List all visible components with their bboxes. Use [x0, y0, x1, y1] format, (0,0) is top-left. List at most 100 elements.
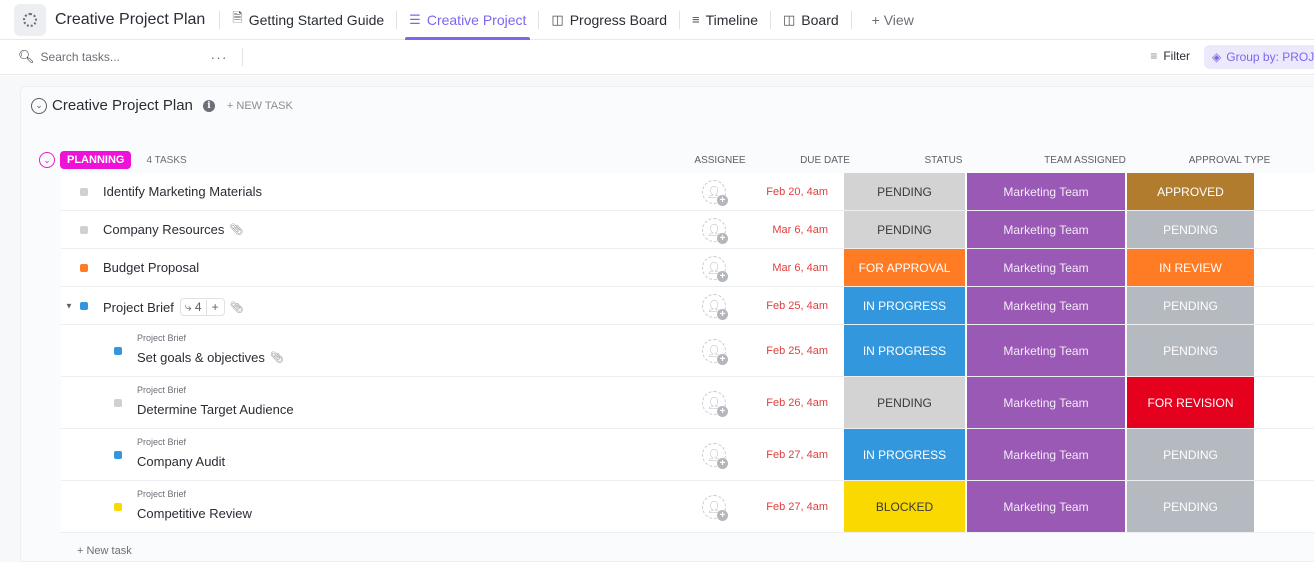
group-by-button[interactable]: ◈ Group by: PROJECT [1204, 45, 1314, 69]
new-task-button[interactable]: + NEW TASK [227, 100, 293, 112]
task-name-cell[interactable]: ▼ Project Brief ⤷ 4 + 📎︎ [61, 287, 684, 324]
task-name[interactable]: Set goals & objectives 📎︎ [137, 350, 284, 365]
task-name-text[interactable]: Budget Proposal [103, 260, 199, 275]
parent-task-label[interactable]: Project Brief [137, 385, 186, 395]
approval-type-pill[interactable]: IN REVIEW [1127, 249, 1256, 286]
team-assigned-pill[interactable]: Marketing Team [967, 211, 1127, 248]
task-row[interactable]: Company Resources 📎︎ 👤︎ + Mar 6, 4am PENDING M… [61, 211, 1314, 249]
task-name-text[interactable]: Determine Target Audience [137, 402, 294, 417]
subtask-row[interactable]: Project Brief Determine Target Audience 👤︎… [61, 377, 1314, 429]
due-date[interactable]: Feb 25, 4am [744, 325, 844, 376]
task-name[interactable]: Determine Target Audience [137, 402, 294, 417]
approval-type-pill[interactable]: PENDING [1127, 429, 1256, 480]
task-name[interactable]: Project Brief ⤷ 4 + 📎︎ [103, 298, 244, 316]
approval-type-pill[interactable]: PENDING [1127, 287, 1256, 324]
task-name-text[interactable]: Company Resources [103, 222, 224, 237]
assignee-cell[interactable]: 👤︎ + [684, 211, 744, 248]
assignee-cell[interactable]: 👤︎ + [684, 429, 744, 480]
status-pill[interactable]: PENDING [844, 377, 967, 428]
collapse-group-toggle[interactable]: ⌄ [39, 152, 55, 168]
team-assigned-pill[interactable]: Marketing Team [967, 481, 1127, 532]
status-square-icon[interactable] [114, 399, 122, 407]
add-assignee-icon[interactable]: 👤︎ + [702, 390, 728, 417]
task-name[interactable]: Identify Marketing Materials [103, 184, 262, 199]
subtask-count-badge[interactable]: ⤷ 4 + [179, 298, 225, 316]
tab-creative-project[interactable]: ☰ Creative Project [397, 0, 538, 40]
status-pill[interactable]: IN PROGRESS [844, 325, 967, 376]
collapse-list-toggle[interactable]: ⌄ [31, 97, 47, 114]
parent-task-label[interactable]: Project Brief [137, 489, 186, 499]
tab-progress-board[interactable]: ◫ Progress Board [539, 0, 679, 40]
task-name-text[interactable]: Competitive Review [137, 506, 252, 521]
more-options-button[interactable]: ··· [211, 49, 228, 65]
column-header-due-date[interactable]: DUE DATE [790, 155, 860, 166]
add-subtask-button[interactable]: + [207, 300, 224, 314]
task-name-text[interactable]: Company Audit [137, 454, 225, 469]
status-square-icon[interactable] [80, 264, 88, 272]
task-name-cell[interactable]: Budget Proposal [61, 249, 684, 286]
subtask-row[interactable]: Project Brief Company Audit 👤︎ + Feb 27, 4am… [61, 429, 1314, 481]
status-square-icon[interactable] [80, 302, 88, 310]
add-assignee-icon[interactable]: 👤︎ + [702, 338, 728, 365]
team-assigned-pill[interactable]: Marketing Team [967, 287, 1127, 324]
task-name[interactable]: Company Resources 📎︎ [103, 222, 243, 237]
team-assigned-pill[interactable]: Marketing Team [967, 249, 1127, 286]
task-name[interactable]: Competitive Review [137, 506, 252, 521]
status-pill[interactable]: PENDING [844, 173, 967, 210]
task-name-text[interactable]: Project Brief [103, 300, 174, 315]
status-pill[interactable]: BLOCKED [844, 481, 967, 532]
approval-type-pill[interactable]: PENDING [1127, 325, 1256, 376]
parent-task-label[interactable]: Project Brief [137, 333, 186, 343]
assignee-cell[interactable]: 👤︎ + [684, 287, 744, 324]
space-icon[interactable] [14, 3, 46, 36]
column-header-status[interactable]: STATUS [882, 155, 1005, 166]
approval-type-pill[interactable]: APPROVED [1127, 173, 1256, 210]
status-square-icon[interactable] [114, 503, 122, 511]
new-task-inline-button[interactable]: + New task [77, 545, 132, 557]
due-date[interactable]: Feb 27, 4am [744, 429, 844, 480]
assignee-cell[interactable]: 👤︎ + [684, 481, 744, 532]
status-pill[interactable]: PENDING [844, 211, 967, 248]
add-assignee-icon[interactable]: 👤︎ + [702, 217, 728, 244]
expand-subtasks-caret[interactable]: ▼ [65, 301, 73, 310]
status-square-icon[interactable] [80, 188, 88, 196]
assignee-cell[interactable]: 👤︎ + [684, 173, 744, 210]
team-assigned-pill[interactable]: Marketing Team [967, 377, 1127, 428]
status-square-icon[interactable] [114, 347, 122, 355]
due-date[interactable]: Feb 20, 4am [744, 173, 844, 210]
attachment-icon[interactable]: 📎︎ [229, 223, 243, 236]
task-row[interactable]: Budget Proposal 👤︎ + Mar 6, 4am FOR APPROVAL… [61, 249, 1314, 287]
task-name-text[interactable]: Identify Marketing Materials [103, 184, 262, 199]
team-assigned-pill[interactable]: Marketing Team [967, 325, 1127, 376]
task-row[interactable]: ▼ Project Brief ⤷ 4 + 📎︎ 👤︎ + Feb 25, 4am IN PRO… [61, 287, 1314, 325]
assignee-cell[interactable]: 👤︎ + [684, 325, 744, 376]
add-view-button[interactable]: + View [860, 0, 926, 40]
info-icon[interactable]: i [202, 99, 215, 112]
due-date[interactable]: Feb 27, 4am [744, 481, 844, 532]
task-row[interactable]: Identify Marketing Materials 👤︎ + Feb 20, 4… [61, 173, 1314, 211]
task-name-cell[interactable]: Project Brief Competitive Review [61, 481, 684, 532]
attachment-icon[interactable]: 📎︎ [270, 351, 284, 364]
parent-task-label[interactable]: Project Brief [137, 437, 186, 447]
status-square-icon[interactable] [114, 451, 122, 459]
task-name-cell[interactable]: Project Brief Determine Target Audience [61, 377, 684, 428]
task-name-text[interactable]: Set goals & objectives [137, 350, 265, 365]
task-name[interactable]: Budget Proposal [103, 260, 199, 275]
assignee-cell[interactable]: 👤︎ + [684, 377, 744, 428]
status-square-icon[interactable] [80, 226, 88, 234]
task-name-cell[interactable]: Identify Marketing Materials [61, 173, 684, 210]
add-assignee-icon[interactable]: 👤︎ + [702, 255, 728, 282]
due-date[interactable]: Feb 25, 4am [744, 287, 844, 324]
tab-timeline[interactable]: ≡ Timeline [680, 0, 770, 40]
team-assigned-pill[interactable]: Marketing Team [967, 173, 1127, 210]
status-pill[interactable]: FOR APPROVAL [844, 249, 967, 286]
add-assignee-icon[interactable]: 👤︎ + [702, 179, 728, 206]
approval-type-pill[interactable]: PENDING [1127, 211, 1256, 248]
subtask-row[interactable]: Project Brief Competitive Review 👤︎ + Feb 27… [61, 481, 1314, 533]
attachment-icon[interactable]: 📎︎ [230, 301, 244, 314]
task-name-cell[interactable]: Project Brief Set goals & objectives 📎︎ [61, 325, 684, 376]
column-header-assignee[interactable]: ASSIGNEE [690, 155, 750, 166]
approval-type-pill[interactable]: FOR REVISION [1127, 377, 1256, 428]
task-name-cell[interactable]: Company Resources 📎︎ [61, 211, 684, 248]
due-date[interactable]: Mar 6, 4am [744, 249, 844, 286]
